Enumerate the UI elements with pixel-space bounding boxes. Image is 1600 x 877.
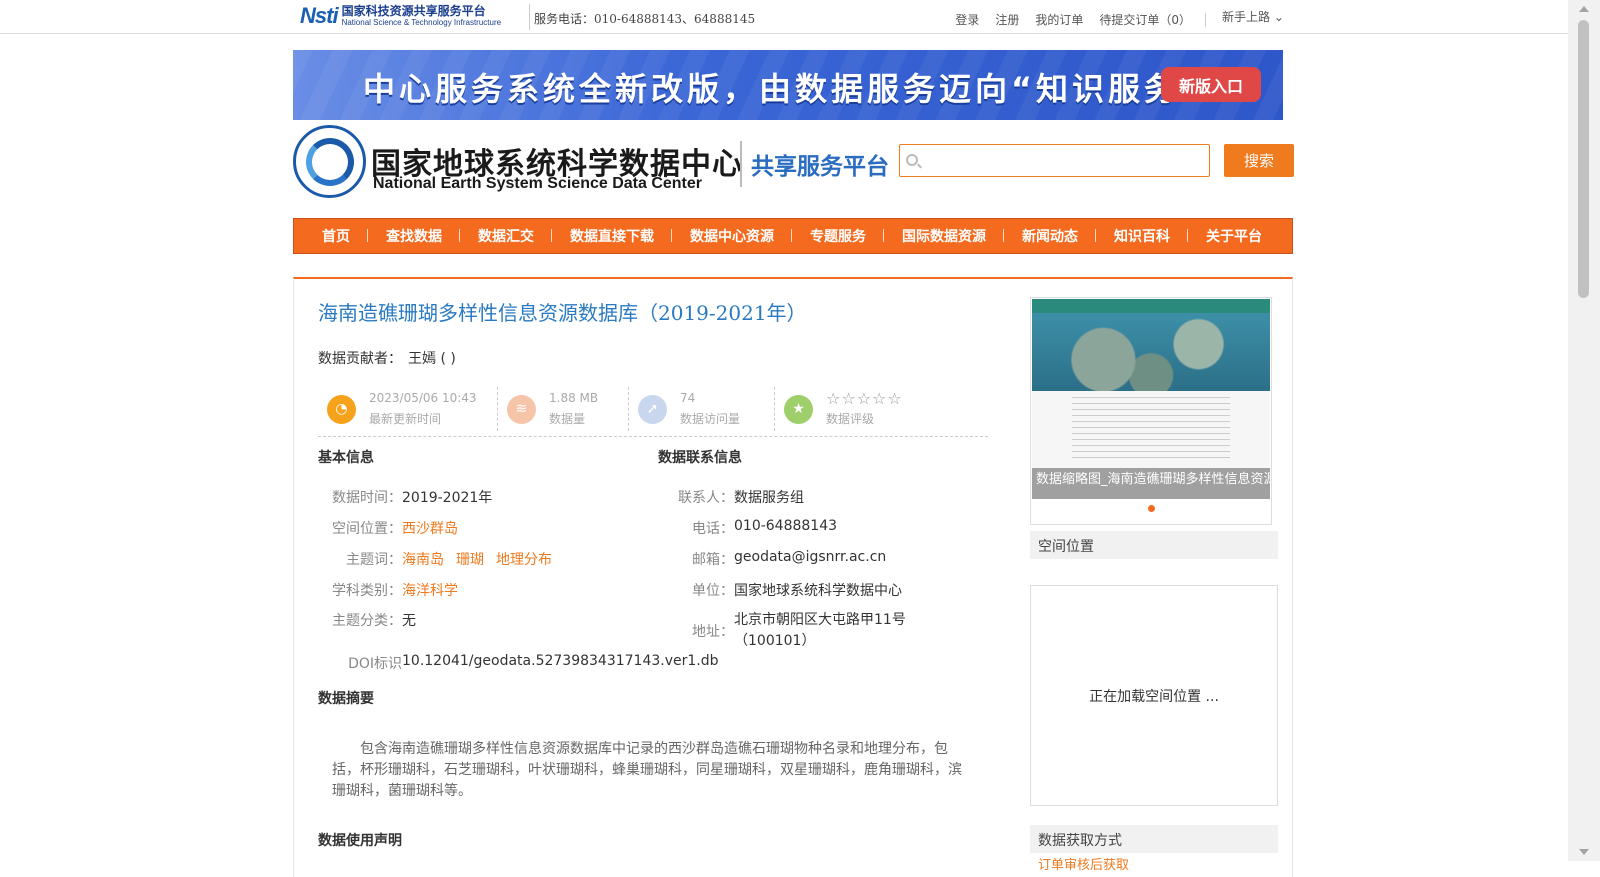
usage-heading: 数据使用声明 bbox=[318, 833, 402, 849]
contact-person: 联系人： 数据服务组 bbox=[678, 490, 804, 506]
scroll-thumb[interactable] bbox=[1578, 20, 1589, 298]
nav-knowledge[interactable]: 知识百科 bbox=[1096, 226, 1188, 246]
scroll-up-icon[interactable] bbox=[1579, 6, 1589, 12]
nav-center-resources[interactable]: 数据中心资源 bbox=[672, 226, 792, 246]
center-emblem-logo[interactable] bbox=[293, 125, 366, 198]
info-discipline: 学科类别： 海洋科学 bbox=[332, 583, 458, 599]
thumbnail-caption: 数据缩略图_海南造礁珊瑚多样性信息资源数据库（2019-2021年）.jpg bbox=[1032, 468, 1270, 499]
stat-value: 74 bbox=[680, 391, 696, 405]
keyword-link[interactable]: 珊瑚 bbox=[456, 552, 484, 568]
discipline-link[interactable]: 海洋科学 bbox=[402, 583, 458, 599]
top-bar: Nsti 国家科技资源共享服务平台 National Science & Tec… bbox=[0, 0, 1568, 34]
spatial-heading: 空间位置 bbox=[1030, 531, 1278, 559]
nav-international-resources[interactable]: 国际数据资源 bbox=[884, 226, 1004, 246]
spatial-map[interactable]: 正在加载空间位置 ... bbox=[1030, 585, 1278, 806]
location-link[interactable]: 西沙群岛 bbox=[402, 521, 458, 537]
nav-direct-download[interactable]: 数据直接下载 bbox=[552, 226, 672, 246]
stat-value: 2023/05/06 10:43 bbox=[369, 391, 477, 405]
search-input[interactable] bbox=[924, 149, 1204, 173]
stat-label: 数据量 bbox=[549, 412, 586, 426]
stat-label: 数据访问量 bbox=[680, 412, 741, 426]
contributor: 数据贡献者： 王嫣 ( ) bbox=[318, 348, 456, 368]
search-icon bbox=[906, 154, 918, 166]
stat-visits: ➚ 74 数据访问量 bbox=[629, 387, 775, 431]
platform-logo-mark: Nsti bbox=[300, 3, 339, 28]
main-nav: 首页 查找数据 数据汇交 数据直接下载 数据中心资源 专题服务 国际数据资源 新… bbox=[293, 218, 1293, 254]
nav-data-submission[interactable]: 数据汇交 bbox=[460, 226, 552, 246]
layers-icon: ≋ bbox=[507, 394, 536, 424]
search-field[interactable] bbox=[899, 144, 1210, 177]
site-header: 国家地球系统科学数据中心 National Earth System Scien… bbox=[293, 125, 1294, 205]
nav-find-data[interactable]: 查找数据 bbox=[368, 226, 460, 246]
my-orders-link[interactable]: 我的订单 bbox=[1035, 11, 1083, 28]
keyword-link[interactable]: 海南岛 bbox=[402, 552, 444, 568]
site-title-en: National Earth System Science Data Cente… bbox=[373, 175, 703, 192]
scroll-down-icon[interactable] bbox=[1579, 849, 1589, 855]
stat-value: 1.88 MB bbox=[549, 391, 599, 405]
nav-news[interactable]: 新闻动态 bbox=[1004, 226, 1096, 246]
platform-logo-en: National Science & Technology Infrastruc… bbox=[341, 18, 502, 27]
pending-orders-link[interactable]: 待提交订单（0） bbox=[1099, 11, 1191, 28]
contributor-label: 数据贡献者： bbox=[318, 351, 402, 367]
rating-stars[interactable]: ☆☆☆☆☆ bbox=[826, 389, 903, 409]
login-link[interactable]: 登录 bbox=[955, 11, 979, 28]
chevron-down-icon: ⌄ bbox=[1273, 10, 1284, 24]
cursor-icon: ➚ bbox=[638, 394, 667, 424]
nav-about[interactable]: 关于平台 bbox=[1188, 226, 1280, 246]
stat-label: 数据评级 bbox=[826, 411, 875, 426]
site-subtitle: 共享服务平台 bbox=[751, 154, 889, 180]
search-button[interactable]: 搜索 bbox=[1224, 144, 1294, 177]
info-keywords: 主题词： 海南岛 珊瑚 地理分布 bbox=[346, 552, 552, 568]
info-category: 主题分类：无 bbox=[332, 613, 416, 629]
platform-logo-cn: 国家科技资源共享服务平台 bbox=[341, 4, 486, 18]
contributor-value[interactable]: 王嫣 ( ) bbox=[408, 351, 456, 367]
banner-text: 中心服务系统全新改版，由数据服务迈向“知识服务” bbox=[363, 70, 1206, 108]
new-version-button[interactable]: 新版入口 bbox=[1161, 67, 1261, 102]
header-divider bbox=[740, 141, 742, 187]
stat-label: 最新更新时间 bbox=[369, 412, 442, 426]
guide-dropdown[interactable]: 新手上路 ⌄ bbox=[1222, 8, 1284, 25]
info-data-time: 数据时间： 2019-2021年 bbox=[332, 490, 493, 506]
topbar-divider bbox=[529, 4, 530, 30]
guide-label: 新手上路 bbox=[1222, 10, 1271, 24]
dataset-title: 海南造礁珊瑚多样性信息资源数据库（2019-2021年） bbox=[318, 301, 807, 325]
contact-organization: 单位： 国家地球系统科学数据中心 bbox=[692, 583, 902, 599]
register-link[interactable]: 注册 bbox=[995, 11, 1019, 28]
carousel-dot[interactable] bbox=[1148, 505, 1155, 512]
page-scrollbar[interactable] bbox=[1568, 0, 1600, 861]
abstract-text: 包含海南造礁珊瑚多样性信息资源数据库中记录的西沙群岛造礁石珊瑚物种名录和地理分布… bbox=[332, 741, 962, 799]
nav-home[interactable]: 首页 bbox=[304, 226, 368, 246]
info-doi: DOI标识 10.12041/geodata.52739834317143.ver… bbox=[348, 653, 719, 672]
access-heading: 数据获取方式 bbox=[1030, 825, 1278, 853]
star-badge-icon: ★ bbox=[784, 394, 813, 424]
clock-icon: ◔ bbox=[327, 394, 356, 424]
service-phone: 服务电话：010-64888143、64888145 bbox=[534, 12, 756, 26]
contact-address: 地址： 北京市朝阳区大屯路甲11号（100101） bbox=[692, 612, 906, 649]
nav-topic-services[interactable]: 专题服务 bbox=[792, 226, 884, 246]
stat-size: ≋ 1.88 MB 数据量 bbox=[498, 387, 629, 431]
platform-logo[interactable]: Nsti 国家科技资源共享服务平台 National Science & Tec… bbox=[300, 2, 501, 30]
dataset-stats: ◔ 2023/05/06 10:43 最新更新时间 ≋ 1.88 MB 数据量 ➚ … bbox=[318, 387, 988, 437]
promo-banner[interactable]: 中心服务系统全新改版，由数据服务迈向“知识服务” 新版入口 bbox=[293, 50, 1283, 120]
user-links: 登录 注册 我的订单 待提交订单（0） bbox=[939, 11, 1206, 28]
dataset-detail: 海南造礁珊瑚多样性信息资源数据库（2019-2021年） 数据贡献者： 王嫣 ( … bbox=[293, 277, 1293, 877]
map-loading-text: 正在加载空间位置 ... bbox=[1089, 688, 1219, 705]
toplinks-divider bbox=[1205, 12, 1206, 27]
thumbnail-carousel[interactable]: 数据缩略图_海南造礁珊瑚多样性信息资源数据库（2019-2021年）.jpg bbox=[1030, 297, 1272, 525]
keyword-link[interactable]: 地理分布 bbox=[496, 552, 552, 568]
contact-phone: 电话： 010-64888143 bbox=[692, 518, 838, 537]
contact-email: 邮箱： geodata@igsnrr.ac.cn bbox=[692, 549, 887, 568]
contact-heading: 数据联系信息 bbox=[658, 450, 742, 466]
access-link[interactable]: 订单审核后获取 bbox=[1038, 854, 1129, 873]
stat-rating: ★ ☆☆☆☆☆ 数据评级 bbox=[775, 387, 975, 431]
basic-info-heading: 基本信息 bbox=[318, 450, 374, 466]
info-location: 空间位置： 西沙群岛 bbox=[332, 521, 458, 537]
stat-updated: ◔ 2023/05/06 10:43 最新更新时间 bbox=[318, 387, 498, 431]
abstract-heading: 数据摘要 bbox=[318, 691, 374, 707]
